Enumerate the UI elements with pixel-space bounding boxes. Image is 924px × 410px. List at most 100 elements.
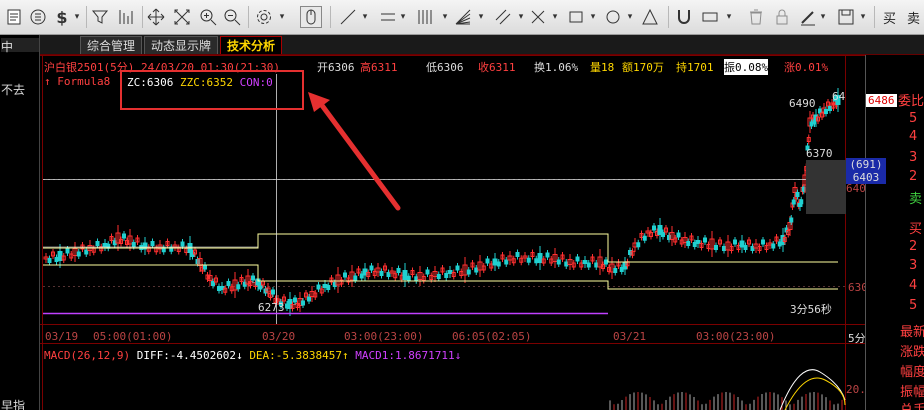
candle-body — [65, 248, 70, 254]
candle-body — [526, 257, 531, 263]
candle-body — [226, 281, 231, 286]
candle-body — [828, 106, 832, 111]
price-label: 6370 — [806, 147, 833, 160]
order-book-panel: 委比 5 4 3 2 卖 买 2 3 4 5 最新 涨跌 幅度 振幅 总手 — [865, 55, 924, 410]
candle-body — [761, 239, 765, 245]
cursor-range-box — [806, 160, 846, 214]
macd-diff: DIFF:-4.4502602 — [136, 349, 237, 362]
buy-level: 4 — [909, 278, 918, 293]
candle-body — [466, 269, 471, 275]
sell-level: 2 — [909, 169, 918, 184]
candle-body — [444, 273, 449, 278]
annotation-arrow-shaft — [315, 97, 401, 211]
candle-body — [714, 245, 718, 250]
candle-body — [474, 267, 479, 273]
candle-body — [582, 260, 588, 264]
time-label: 03:00(23:00) — [696, 330, 776, 343]
candle-body — [436, 274, 441, 279]
sell-level: 4 — [909, 129, 918, 144]
candle-body — [676, 232, 681, 238]
candle-body — [95, 241, 100, 246]
candle-body — [402, 270, 408, 280]
candle-body — [301, 300, 305, 306]
period-selector[interactable]: 5分 — [848, 330, 866, 346]
low-value: 低6306 — [426, 61, 464, 74]
candle-body — [485, 258, 490, 264]
time-label: 03/19 — [45, 330, 79, 343]
candle-body — [556, 259, 561, 265]
candle-body — [251, 275, 255, 281]
candle-body — [789, 217, 794, 223]
candle-body — [504, 259, 509, 265]
formula-values: ZC:6306 ZZC:6352 CON:0 — [127, 76, 273, 89]
candle-body — [203, 264, 207, 270]
candle-body — [293, 297, 297, 303]
candle-body — [534, 258, 539, 264]
candle-body — [180, 241, 185, 247]
candle-body — [771, 243, 776, 249]
candle-body — [47, 258, 52, 263]
candle-body — [642, 235, 647, 241]
candle-body — [271, 289, 275, 295]
candle-body — [236, 284, 241, 290]
macd-diff-line — [779, 369, 846, 410]
candle-body — [76, 251, 81, 257]
macd-info-row: MACD(26,12,9) DIFF:-4.4502602↓ DEA:-5.38… — [44, 349, 462, 362]
candle-body — [406, 275, 411, 281]
sell-side-label: 卖 — [909, 192, 923, 207]
candle-body — [150, 241, 155, 246]
candle-body — [722, 246, 726, 251]
buy-level: 2 — [909, 239, 918, 254]
candle-body — [703, 237, 707, 243]
candle-body — [353, 275, 358, 281]
price-label: 6490 — [789, 97, 816, 110]
time-label: 03/20 — [262, 330, 296, 343]
buy-level: 3 — [909, 258, 918, 273]
open-value: 开6306 — [317, 61, 355, 74]
candle-body — [122, 233, 126, 239]
ratio-label: 委比 — [898, 94, 924, 109]
candle-body — [369, 265, 374, 271]
buy-level: 5 — [909, 298, 918, 313]
candle-body — [455, 265, 460, 271]
cursor-price-tag: (691) — [846, 158, 886, 171]
time-label: 03:00(23:00) — [344, 330, 424, 343]
candle-body — [695, 240, 701, 244]
candle-body — [316, 284, 321, 290]
time-label: 03/21 — [613, 330, 647, 343]
zc-value: ZC:6306 — [127, 76, 174, 89]
cursor-price-tag: 6403 — [846, 171, 886, 184]
change-label: 涨跌 — [900, 345, 924, 360]
candle-body — [613, 268, 618, 273]
candle-body — [84, 249, 89, 255]
buy-side-label: 买 — [909, 222, 923, 237]
candle-body — [795, 192, 800, 197]
candle-body — [604, 259, 608, 265]
zzc-value: ZZC:6352 — [179, 76, 233, 89]
candle-body — [743, 245, 748, 250]
candle-body — [447, 270, 453, 274]
candle-body — [537, 253, 543, 263]
candle-body — [131, 242, 136, 247]
zzc-line — [43, 233, 838, 263]
candle-body — [824, 109, 828, 114]
amount-value: 额170万 — [622, 61, 664, 74]
volume-value: 量18 — [590, 61, 615, 74]
formula-name: Formula8 — [57, 75, 111, 88]
macd-dea: DEA:-5.3838457 — [249, 349, 343, 362]
candle-body — [575, 256, 580, 262]
countdown-label: 3分56秒 — [790, 303, 832, 316]
amplitude-value: 振0.08% — [724, 59, 769, 75]
candle-body — [739, 240, 745, 248]
candle-body — [799, 199, 804, 205]
time-label: 06:05(02:05) — [452, 330, 532, 343]
candle-body — [636, 242, 641, 248]
candle-body — [586, 262, 591, 268]
candle-body — [594, 262, 599, 268]
candle-body — [661, 232, 665, 237]
low-price-marker: 6273 — [258, 301, 285, 314]
price-label: 64 — [832, 90, 846, 103]
candle-body — [379, 271, 384, 276]
candle-body — [545, 252, 550, 258]
candle-body — [307, 296, 311, 302]
